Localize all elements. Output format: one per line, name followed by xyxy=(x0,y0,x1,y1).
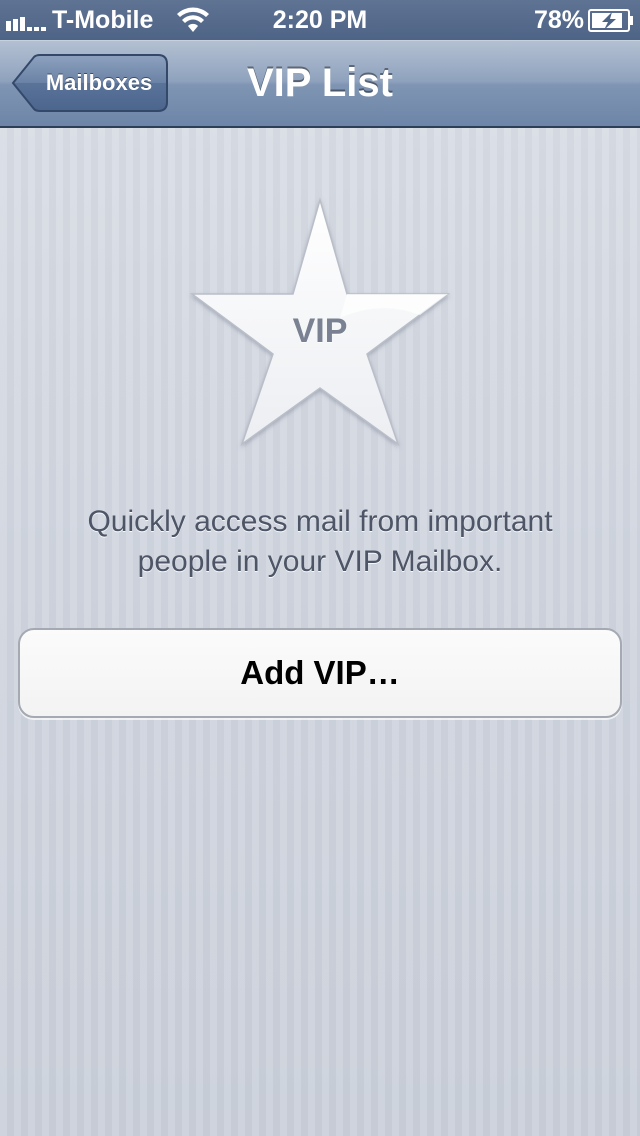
vip-description: Quickly access mail from important peopl… xyxy=(40,502,600,582)
battery-charging-icon xyxy=(588,9,633,32)
description-line-1: Quickly access mail from important xyxy=(87,505,553,538)
signal-bars-icon xyxy=(6,17,46,31)
back-button-label: Mailboxes xyxy=(45,70,153,95)
page-title: VIP List xyxy=(247,61,393,105)
wifi-icon xyxy=(177,7,209,32)
status-bar: T-Mobile 2:20 PM 78% xyxy=(0,0,640,40)
vip-star-label: VIP xyxy=(292,312,348,350)
carrier-name: T-Mobile xyxy=(52,6,154,34)
navigation-bar: Mailboxes VIP List xyxy=(0,40,640,128)
add-vip-button[interactable]: Add VIP… xyxy=(18,628,622,718)
battery-percent: 78% xyxy=(533,6,584,34)
description-line-2: people in your VIP Mailbox. xyxy=(137,545,503,578)
mailboxes-back-button[interactable]: Mailboxes xyxy=(10,54,168,112)
